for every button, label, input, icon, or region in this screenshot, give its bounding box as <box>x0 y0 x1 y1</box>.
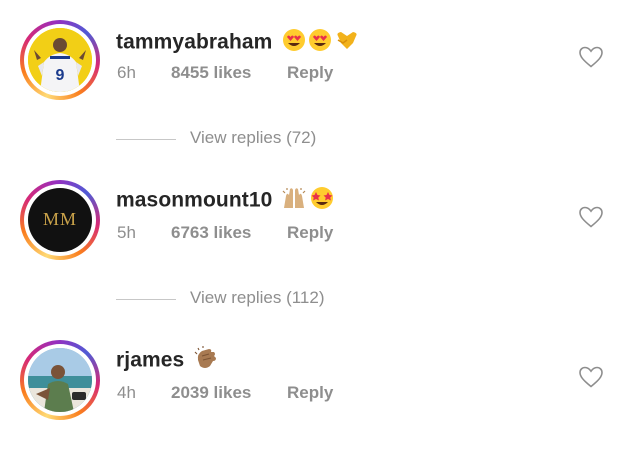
avatar-frame: MM <box>24 184 96 256</box>
svg-text:9: 9 <box>56 67 65 84</box>
avatar-logo-text: MM <box>42 209 77 229</box>
raising-hands-emoji-icon <box>282 187 334 209</box>
avatar <box>28 348 92 412</box>
avatar-frame: 9 <box>24 24 96 96</box>
avatar-story-ring[interactable]: MM <box>20 180 100 260</box>
comment-emojis <box>282 28 362 58</box>
comment-age: 5h <box>117 223 136 242</box>
like-count[interactable]: 6763 likes <box>171 223 251 243</box>
clapping-hands-emoji-icon <box>194 346 217 368</box>
avatar-photo <box>28 348 92 412</box>
comment-item: 9 tammyabraham 6h 8455 likes Reply <box>0 20 640 130</box>
avatar: MM <box>28 188 92 252</box>
comment-age: 6h <box>117 63 136 82</box>
like-count[interactable]: 8455 likes <box>171 63 251 83</box>
replies-divider-line <box>116 299 176 300</box>
view-replies-text[interactable]: View replies (72) <box>190 128 316 148</box>
reply-button[interactable]: Reply <box>287 383 333 403</box>
avatar-frame <box>24 344 96 416</box>
comment-emojis <box>194 346 220 376</box>
comment-username[interactable]: rjames <box>116 346 220 376</box>
username-text[interactable]: masonmount10 <box>116 189 272 212</box>
view-replies-link[interactable]: View replies (72) <box>116 128 376 152</box>
comment-item: MM masonmount10 5h 6763 likes Reply <box>0 180 640 290</box>
comment-emojis <box>282 186 336 216</box>
username-text[interactable]: rjames <box>116 349 184 372</box>
comment-username[interactable]: tammyabraham <box>116 28 362 58</box>
replies-divider-line <box>116 139 176 140</box>
reply-button[interactable]: Reply <box>287 223 333 243</box>
comment-username[interactable]: masonmount10 <box>116 186 336 216</box>
avatar-story-ring[interactable]: 9 <box>20 20 100 100</box>
comment-item: rjames 4h 2039 likes Reply <box>0 340 640 450</box>
username-text[interactable]: tammyabraham <box>116 31 272 54</box>
avatar: 9 <box>28 28 92 92</box>
like-heart-icon[interactable] <box>578 205 604 229</box>
view-replies-text[interactable]: View replies (112) <box>190 288 325 308</box>
like-heart-icon[interactable] <box>578 365 604 389</box>
avatar-photo: 9 <box>28 28 92 92</box>
like-heart-icon[interactable] <box>578 45 604 69</box>
avatar-story-ring[interactable] <box>20 340 100 420</box>
heart-eyes-emoji-icon <box>283 29 357 51</box>
comment-age: 4h <box>117 383 136 402</box>
reply-button[interactable]: Reply <box>287 63 333 83</box>
like-count[interactable]: 2039 likes <box>171 383 251 403</box>
view-replies-link[interactable]: View replies (112) <box>116 288 376 312</box>
